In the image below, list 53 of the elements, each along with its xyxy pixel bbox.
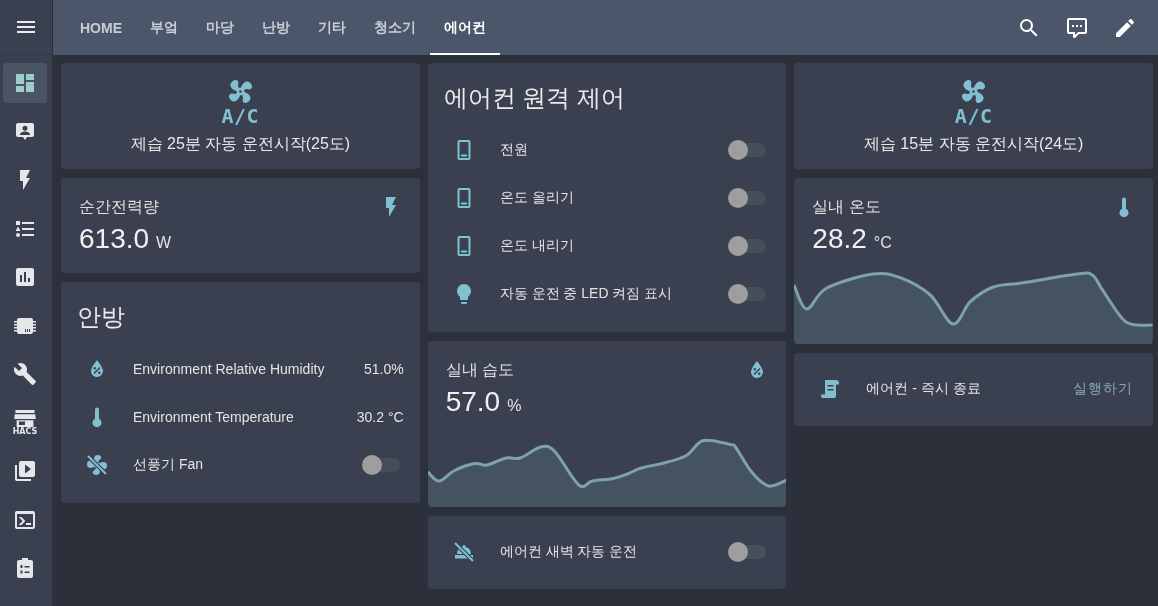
entity-name: 선풍기 Fan [133, 456, 204, 474]
sensor-name: 실내 습도 [445, 360, 515, 380]
button-card[interactable]: A/C 제습 15분 자동 운전시작(24도) [794, 63, 1153, 169]
entity-name: 에어컨 - 즉시 종료 [866, 380, 982, 398]
unit-label: °C [873, 234, 892, 252]
tab[interactable]: 에어컨 [430, 0, 500, 55]
toggle-switch[interactable] [728, 188, 767, 208]
store-icon [13, 409, 37, 427]
entity-state: 30.2 °C [356, 409, 404, 425]
sensor-value: 613.0 [79, 222, 150, 256]
tab[interactable]: 마당 [192, 0, 248, 55]
slashed-bell-icon [451, 540, 476, 564]
entity-name: 온도 내리기 [499, 237, 575, 255]
entity-name: 전원 [499, 141, 529, 159]
entity-name: 자동 운전 중 LED 켜짐 표시 [499, 285, 674, 303]
icon-caption: HACS [12, 426, 38, 436]
entity-name: Environment Temperature [133, 409, 295, 425]
tab[interactable]: 청소기 [360, 0, 430, 55]
toggle-switch[interactable] [728, 140, 767, 160]
icon-label: A/C [221, 108, 260, 125]
tab[interactable]: 난방 [248, 0, 304, 55]
bar-chart-icon [13, 265, 37, 289]
unit-label: % [507, 397, 522, 415]
entity-name: 온도 올리기 [499, 189, 575, 207]
wrench-icon [13, 362, 37, 386]
icon-label: A/C [954, 108, 993, 125]
toggle-switch[interactable] [728, 542, 767, 562]
sidebar-item[interactable] [3, 63, 47, 103]
sensor-name: 실내 온도 [812, 197, 881, 217]
entity-name: Environment Relative Humidity [133, 361, 326, 377]
sensor-name: 순간전력량 [79, 197, 159, 217]
sidebar-item[interactable]: HACS [3, 402, 47, 443]
chat-bubble-icon [1065, 15, 1089, 40]
toggle-switch[interactable] [728, 236, 767, 256]
dashboard-icon [13, 71, 37, 95]
tab[interactable]: HOME [66, 0, 136, 55]
card-caption: 제습 15분 자동 운전시작(24도) [863, 134, 1084, 154]
card-title: 안방 [77, 302, 126, 332]
card-caption: 제습 25분 자동 운전시작(25도) [130, 134, 351, 154]
entity-name: 에어컨 새벽 자동 운전 [499, 543, 639, 561]
button-card[interactable]: A/C 제습 25분 자동 운전시작(25도) [61, 63, 420, 169]
unit-label: W [156, 234, 172, 252]
slashed-fan-icon [85, 453, 109, 477]
run-button[interactable]: 실행하기 [1071, 374, 1135, 404]
card-title: 에어컨 원격 제어 [443, 83, 626, 113]
play-stack-icon [13, 459, 37, 483]
toggle-switch[interactable] [728, 284, 767, 304]
toggle-switch[interactable] [361, 455, 400, 475]
tab[interactable]: 기타 [304, 0, 360, 55]
sensor-value: 28.2 [812, 222, 867, 256]
sensor-value: 57.0 [445, 385, 501, 419]
tab[interactable]: 부엌 [136, 0, 192, 55]
entity-state: 51.0% [363, 361, 404, 377]
